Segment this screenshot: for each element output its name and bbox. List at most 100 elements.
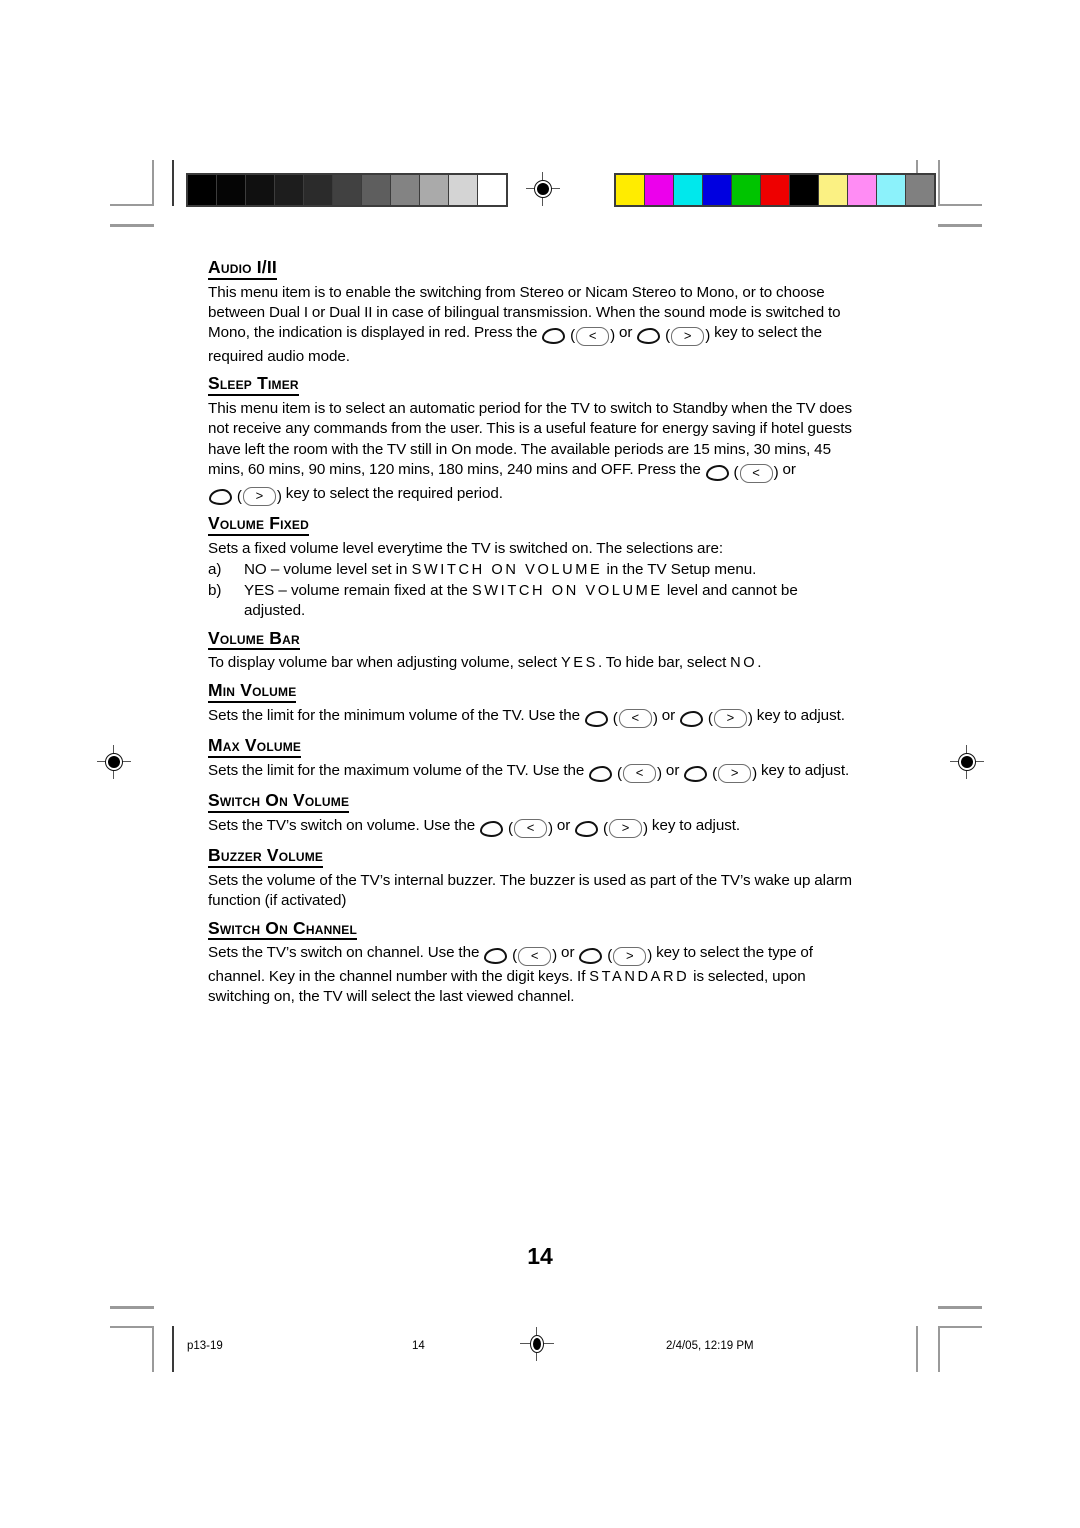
body-text: Sets the limit for the minimum volume of…	[208, 706, 584, 724]
color-swatch	[877, 175, 905, 205]
section-paragraph: Sets the limit for the minimum volume of…	[208, 706, 856, 729]
choice-list: a) NO – volume level set in SWITCH ON VOL…	[208, 560, 856, 622]
remote-button-blob-icon	[705, 465, 729, 482]
remote-key-right: (>)	[574, 819, 648, 839]
paren-open: (	[729, 464, 739, 482]
arrow-right-icon: >	[671, 326, 705, 346]
paren-open: (	[613, 764, 623, 782]
body-text: or	[657, 706, 679, 724]
color-swatch	[848, 175, 876, 205]
crop-mark-bottom-right-vertical	[938, 1326, 940, 1372]
section-audio-i-ii: Audio I/II This menu item is to enable th…	[208, 257, 856, 367]
paren-open: (	[708, 764, 718, 782]
arrow-left-icon: <	[739, 463, 773, 483]
choice-list-item: b) YES – volume remain fixed at the SWITC…	[208, 581, 856, 622]
registration-mark-top-center	[526, 172, 560, 206]
crop-mark-top-left-tick	[110, 224, 154, 227]
grayscale-calibration-bar	[186, 173, 508, 207]
choice-marker: a)	[208, 561, 222, 579]
choice-marker: b)	[208, 581, 222, 599]
grayscale-swatch	[304, 175, 332, 205]
section-switch-on-channel: Switch On Channel Sets the TV’s switch on…	[208, 918, 856, 1008]
crop-mark-bottom-right-tick	[938, 1306, 982, 1309]
document-page: Audio I/II This menu item is to enable th…	[0, 0, 1080, 1528]
body-text: or	[552, 816, 575, 834]
section-switch-on-volume: Switch On Volume Sets the TV’s switch on …	[208, 791, 856, 839]
body-text: key to adjust.	[648, 816, 741, 834]
crop-mark-bottom-right-horizontal	[938, 1326, 982, 1328]
grayscale-swatch	[420, 175, 448, 205]
section-min-volume: Min Volume Sets the limit for the minimum…	[208, 680, 856, 729]
color-swatch	[819, 175, 847, 205]
color-swatch	[906, 175, 934, 205]
paren-open: (	[508, 947, 518, 965]
body-text: or	[778, 461, 796, 479]
color-swatch	[761, 175, 789, 205]
section-heading-wrap: Max Volume	[208, 735, 856, 759]
remote-key-right: (>)	[683, 764, 757, 784]
arrow-left-icon: <	[623, 764, 657, 784]
grayscale-swatch	[217, 175, 245, 205]
color-swatch	[790, 175, 818, 205]
menu-option-name: NO	[730, 655, 758, 672]
grayscale-swatch	[246, 175, 274, 205]
arrow-left-icon: <	[576, 326, 610, 346]
section-heading-wrap: Volume Bar	[208, 628, 856, 652]
section-paragraph: Sets the volume of the TV’s internal buz…	[208, 871, 856, 912]
section-heading: Sleep Timer	[208, 374, 299, 396]
remote-button-blob-icon	[480, 820, 504, 837]
registration-mark-right-middle	[950, 745, 984, 779]
crop-mark-top-right-vertical	[938, 160, 940, 206]
footer-file-label: p13-19	[187, 1340, 223, 1352]
body-text: Sets the TV’s switch on volume. Use the	[208, 816, 480, 834]
crop-mark-bottom-left-tick	[110, 1306, 154, 1309]
body-text: key to adjust.	[752, 706, 845, 724]
remote-button-blob-icon	[584, 710, 608, 727]
crop-mark-bottom-left-vertical	[152, 1326, 154, 1372]
section-paragraph: Sets a fixed volume level everytime the …	[208, 539, 856, 559]
grayscale-swatch	[275, 175, 303, 205]
grayscale-swatch	[449, 175, 477, 205]
menu-option-name: STANDARD	[589, 968, 690, 985]
grayscale-swatch	[391, 175, 419, 205]
manual-body: Audio I/II This menu item is to enable th…	[208, 257, 856, 1015]
crop-mark-top-right-tick	[938, 224, 982, 227]
body-text: key to select the required period.	[281, 484, 503, 502]
section-heading: Audio I/II	[208, 257, 277, 280]
section-heading: Volume Bar	[208, 628, 300, 651]
paren-open: (	[566, 327, 576, 345]
footer-page-label: 14	[412, 1340, 425, 1352]
remote-key-left: (<)	[541, 326, 615, 346]
section-heading: Switch On Volume	[208, 791, 350, 813]
section-sleep-timer: Sleep Timer This menu item is to select a…	[208, 374, 856, 507]
section-buzzer-volume: Buzzer Volume Sets the volume of the TV’s…	[208, 846, 856, 911]
color-swatch	[732, 175, 760, 205]
arrow-right-icon: >	[242, 487, 276, 507]
paren-open: (	[603, 947, 613, 965]
remote-key-right: (>)	[636, 326, 710, 346]
section-heading: Volume Fixed	[208, 514, 309, 536]
remote-key-left: (<)	[705, 463, 779, 483]
menu-option-name: YES	[560, 655, 598, 672]
paren-open: (	[661, 327, 671, 345]
body-text: or	[557, 944, 579, 962]
remote-button-blob-icon	[680, 710, 703, 727]
remote-key-left: (<)	[483, 946, 557, 966]
remote-button-blob-icon	[684, 765, 708, 782]
paren-open: (	[704, 709, 713, 727]
grayscale-swatch	[478, 175, 506, 205]
section-max-volume: Max Volume Sets the limit for the maximum…	[208, 735, 856, 784]
menu-option-name: SWITCH ON VOLUME	[471, 582, 663, 599]
paren-open: (	[233, 487, 242, 505]
section-heading: Buzzer Volume	[208, 846, 324, 868]
body-text: Sets the limit for the maximum volume of…	[208, 761, 589, 779]
color-swatch	[703, 175, 731, 205]
section-heading-wrap: Buzzer Volume	[208, 846, 856, 869]
section-paragraph: Sets the TV’s switch on channel. Use the…	[208, 943, 856, 1008]
section-paragraph: Sets the limit for the maximum volume of…	[208, 761, 856, 784]
section-heading: Min Volume	[208, 680, 297, 703]
section-heading: Max Volume	[208, 735, 302, 758]
paren-open: (	[608, 709, 618, 727]
remote-button-blob-icon	[542, 328, 566, 345]
arrow-right-icon: >	[609, 819, 643, 839]
